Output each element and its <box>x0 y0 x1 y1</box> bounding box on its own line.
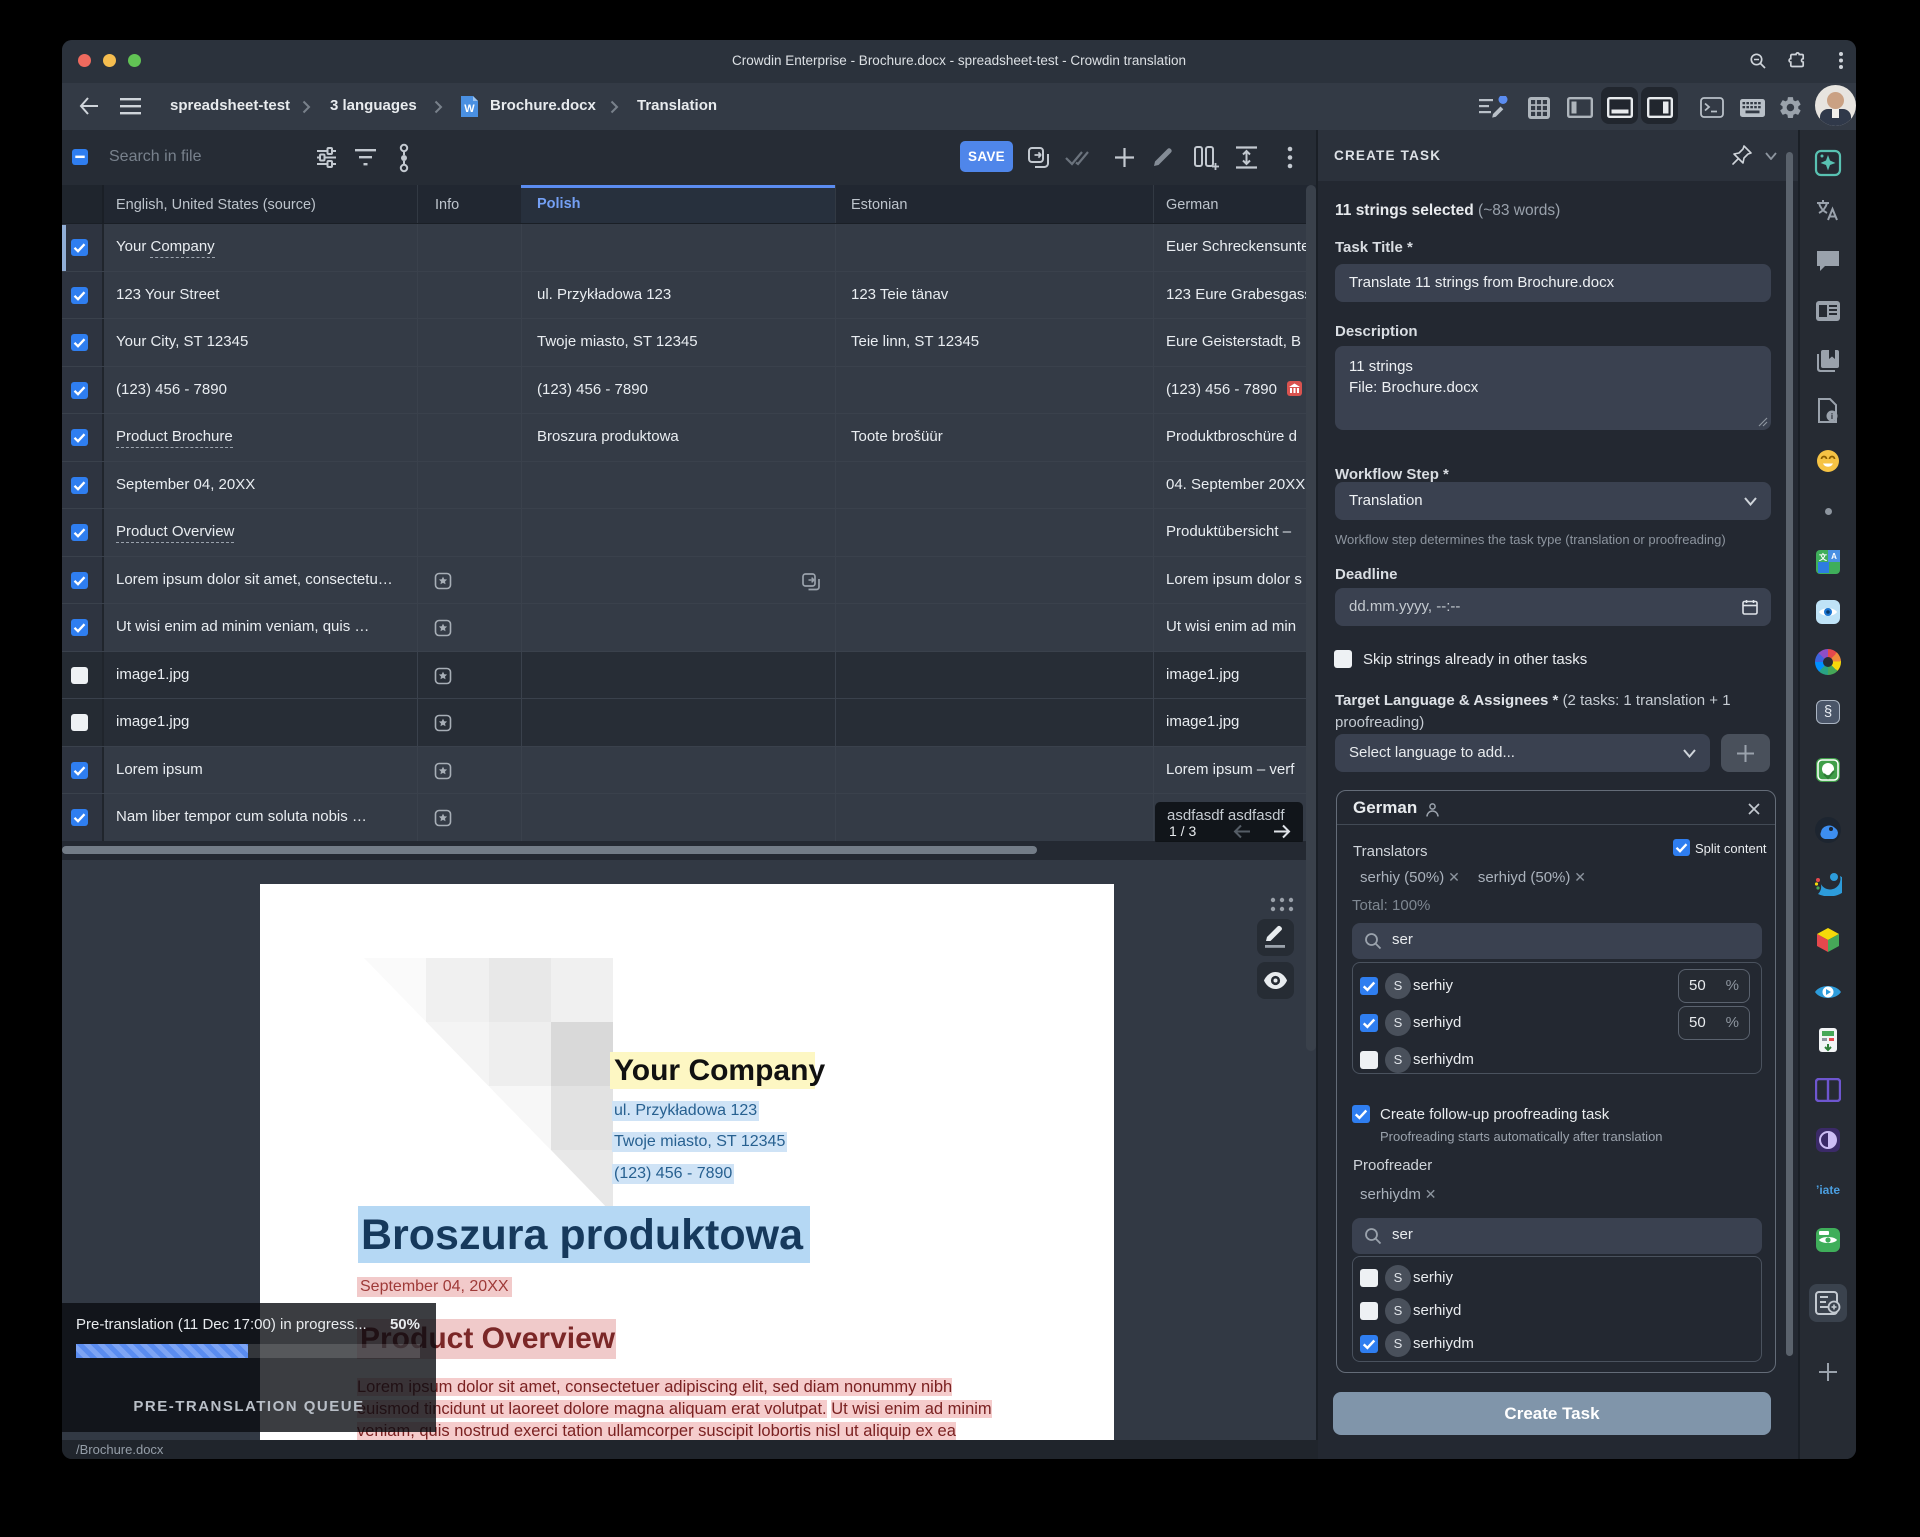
svg-text:W: W <box>464 103 475 115</box>
svg-text:文: 文 <box>1819 552 1828 562</box>
svg-text:i: i <box>1831 412 1833 421</box>
svg-text:A: A <box>1831 552 1837 561</box>
